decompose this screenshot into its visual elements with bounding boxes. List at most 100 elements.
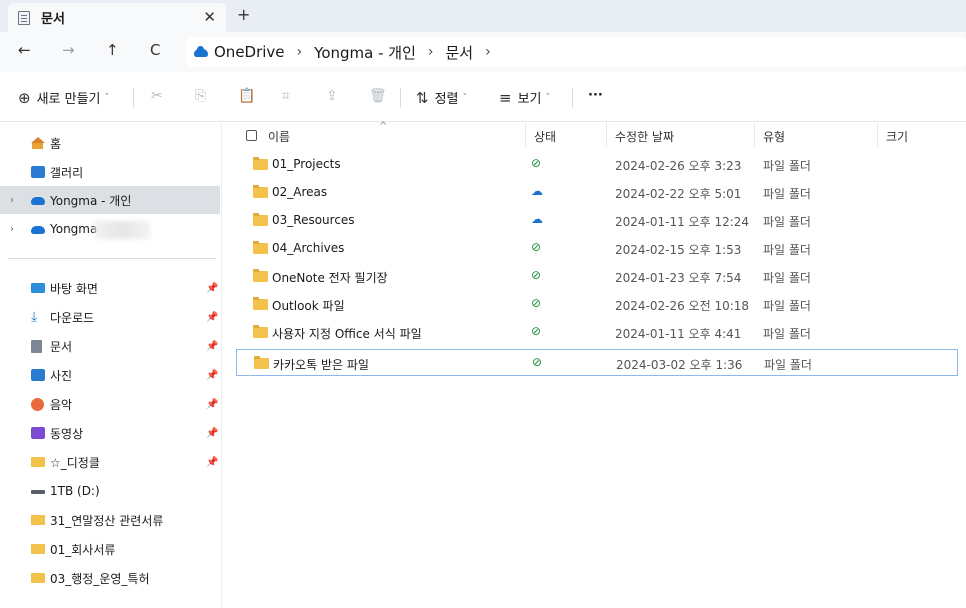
sidebar-item-year-end-tax[interactable]: 31_연말정산 관련서류 [0, 506, 220, 534]
sidebar-item-downloads[interactable]: ⤓ 다운로드 📌 [0, 303, 220, 331]
select-all-checkbox[interactable] [246, 130, 257, 141]
breadcrumb-yongma-personal[interactable]: Yongma - 개인 [314, 42, 416, 63]
column-divider[interactable] [877, 123, 878, 147]
toolbar-divider [133, 88, 134, 108]
share-icon[interactable]: ⇪ [326, 88, 338, 104]
table-row[interactable]: 04_Archives ⊘ 2024-02-15 오후 1:53 파일 폴더 [236, 235, 958, 262]
breadcrumb-chevron-icon[interactable]: › [428, 44, 434, 60]
sidebar-item-label: Yongma [50, 222, 98, 236]
pin-icon[interactable]: 📌 [206, 283, 218, 294]
sidebar-item-drive-d[interactable]: 1TB (D:) [0, 477, 220, 505]
column-header-name[interactable]: 이름 [268, 128, 290, 145]
synced-status-icon: ⊘ [531, 156, 542, 170]
folder-icon [253, 185, 268, 198]
cloud-only-status-icon: ☁ [531, 184, 543, 198]
sidebar-item-label: 1TB (D:) [50, 484, 100, 498]
cut-icon[interactable]: ✂ [151, 88, 163, 104]
sidebar-item-admin-ops-patent[interactable]: 03_행정_운영_특허 [0, 564, 220, 592]
pin-icon[interactable]: 📌 [206, 428, 218, 439]
sidebar-item-yongma-personal[interactable]: › Yongma - 개인 [0, 186, 220, 214]
pin-icon[interactable]: 📌 [206, 341, 218, 352]
sidebar-item-music[interactable]: 음악 📌 [0, 390, 220, 418]
sidebar-item-star-folder[interactable]: ☆_디정클 📌 [0, 448, 220, 476]
download-icon: ⤓ [31, 309, 38, 325]
sidebar-item-home[interactable]: 홈 [0, 129, 220, 157]
sidebar-item-gallery[interactable]: 갤러리 [0, 158, 220, 186]
sidebar-item-label: ☆_디정클 [50, 455, 100, 470]
up-button[interactable]: ↑ [106, 41, 119, 59]
sidebar-item-label: 사진 [50, 368, 73, 383]
sidebar-item-label: 홈 [50, 136, 62, 151]
refresh-button[interactable]: C [150, 41, 160, 59]
file-type: 파일 폴더 [763, 299, 811, 313]
table-row[interactable]: Outlook 파일 ⊘ 2024-02-26 오전 10:18 파일 폴더 [236, 291, 958, 318]
table-row[interactable]: 사용자 지정 Office 서식 파일 ⊘ 2024-01-11 오후 4:41… [236, 319, 958, 346]
gallery-icon [31, 166, 45, 178]
chevron-right-icon[interactable]: › [10, 195, 14, 206]
breadcrumb-documents[interactable]: 문서 [446, 42, 474, 63]
sort-icon: ⇅ [416, 88, 429, 107]
chevron-down-icon: ˅ [545, 92, 551, 103]
cloud-only-status-icon: ☁ [531, 212, 543, 226]
column-header-size[interactable]: 크기 [886, 128, 908, 145]
file-name: 02_Areas [272, 185, 328, 199]
rename-icon[interactable]: ⌗ [282, 88, 290, 104]
file-type: 파일 폴더 [763, 159, 811, 173]
table-row[interactable]: 01_Projects ⊘ 2024-02-26 오후 3:23 파일 폴더 [236, 151, 958, 178]
table-row[interactable]: OneNote 전자 필기장 ⊘ 2024-01-23 오후 7:54 파일 폴… [236, 263, 958, 290]
breadcrumb[interactable]: OneDrive › Yongma - 개인 › 문서 › [186, 37, 966, 67]
back-button[interactable]: ← [18, 41, 31, 59]
desktop-icon [31, 283, 45, 293]
table-row[interactable]: 02_Areas ☁ 2024-02-22 오후 5:01 파일 폴더 [236, 179, 958, 206]
copy-icon[interactable]: ⎘ [195, 88, 206, 104]
pin-icon[interactable]: 📌 [206, 399, 218, 410]
delete-icon[interactable]: 🗑 [369, 88, 387, 104]
cloud-icon [31, 197, 45, 205]
breadcrumb-chevron-icon[interactable]: › [485, 44, 491, 60]
pin-icon[interactable]: 📌 [206, 370, 218, 381]
file-name: Outlook 파일 [272, 299, 345, 313]
sidebar-item-desktop[interactable]: 바탕 화면 📌 [0, 274, 220, 302]
file-modified-date: 2024-01-11 오후 4:41 [615, 327, 742, 341]
address-row: ← → ↑ C OneDrive › Yongma - 개인 › 문서 › [0, 32, 966, 72]
tab-documents[interactable]: 문서 ✕ [8, 3, 226, 32]
new-tab-button[interactable]: + [237, 5, 250, 24]
file-modified-date: 2024-01-23 오후 7:54 [615, 271, 742, 285]
file-name: OneNote 전자 필기장 [272, 271, 388, 285]
column-header-modified[interactable]: 수정한 날짜 [615, 128, 674, 145]
sidebar-item-label: 03_행정_운영_특허 [50, 571, 150, 586]
table-row-selected[interactable]: 카카오톡 받은 파일 ⊘ 2024-03-02 오후 1:36 파일 폴더 [236, 349, 958, 376]
breadcrumb-onedrive[interactable]: OneDrive [214, 43, 285, 61]
column-header-type[interactable]: 유형 [763, 128, 785, 145]
sidebar-item-company-docs[interactable]: 01_회사서류 [0, 535, 220, 563]
forward-button[interactable]: → [62, 41, 75, 59]
sidebar-item-documents[interactable]: 문서 📌 [0, 332, 220, 360]
table-row[interactable]: 03_Resources ☁ 2024-01-11 오후 12:24 파일 폴더 [236, 207, 958, 234]
tab-title: 문서 [41, 12, 65, 27]
column-divider[interactable] [754, 123, 755, 147]
more-options-icon[interactable]: ··· [588, 88, 603, 103]
file-list: ^ 이름 상태 수정한 날짜 유형 크기 01_Projects ⊘ 2024-… [223, 121, 966, 608]
file-name: 사용자 지정 Office 서식 파일 [272, 327, 422, 341]
chevron-down-icon: ˅ [462, 92, 468, 103]
column-divider[interactable] [525, 123, 526, 147]
synced-status-icon: ⊘ [531, 296, 542, 310]
sort-button-label: 정렬 [434, 92, 459, 107]
sidebar-item-pictures[interactable]: 사진 📌 [0, 361, 220, 389]
column-header-status[interactable]: 상태 [534, 128, 556, 145]
pin-icon[interactable]: 📌 [206, 457, 218, 468]
view-button[interactable]: ≡ 보기 ˅ [499, 88, 551, 108]
pin-icon[interactable]: 📌 [206, 312, 218, 323]
breadcrumb-chevron-icon[interactable]: › [297, 44, 303, 60]
file-type: 파일 폴더 [763, 243, 811, 257]
sidebar-item-videos[interactable]: 동영상 📌 [0, 419, 220, 447]
column-divider[interactable] [606, 123, 607, 147]
close-icon[interactable]: ✕ [203, 8, 216, 26]
folder-icon [31, 573, 45, 583]
folder-icon [253, 325, 268, 338]
paste-icon[interactable]: 📋 [238, 88, 255, 104]
chevron-right-icon[interactable]: › [10, 224, 14, 235]
folder-icon [253, 297, 268, 310]
sort-button[interactable]: ⇅ 정렬 ˅ [416, 88, 468, 108]
new-button[interactable]: ⊕ 새로 만들기 ˅ [18, 88, 109, 108]
